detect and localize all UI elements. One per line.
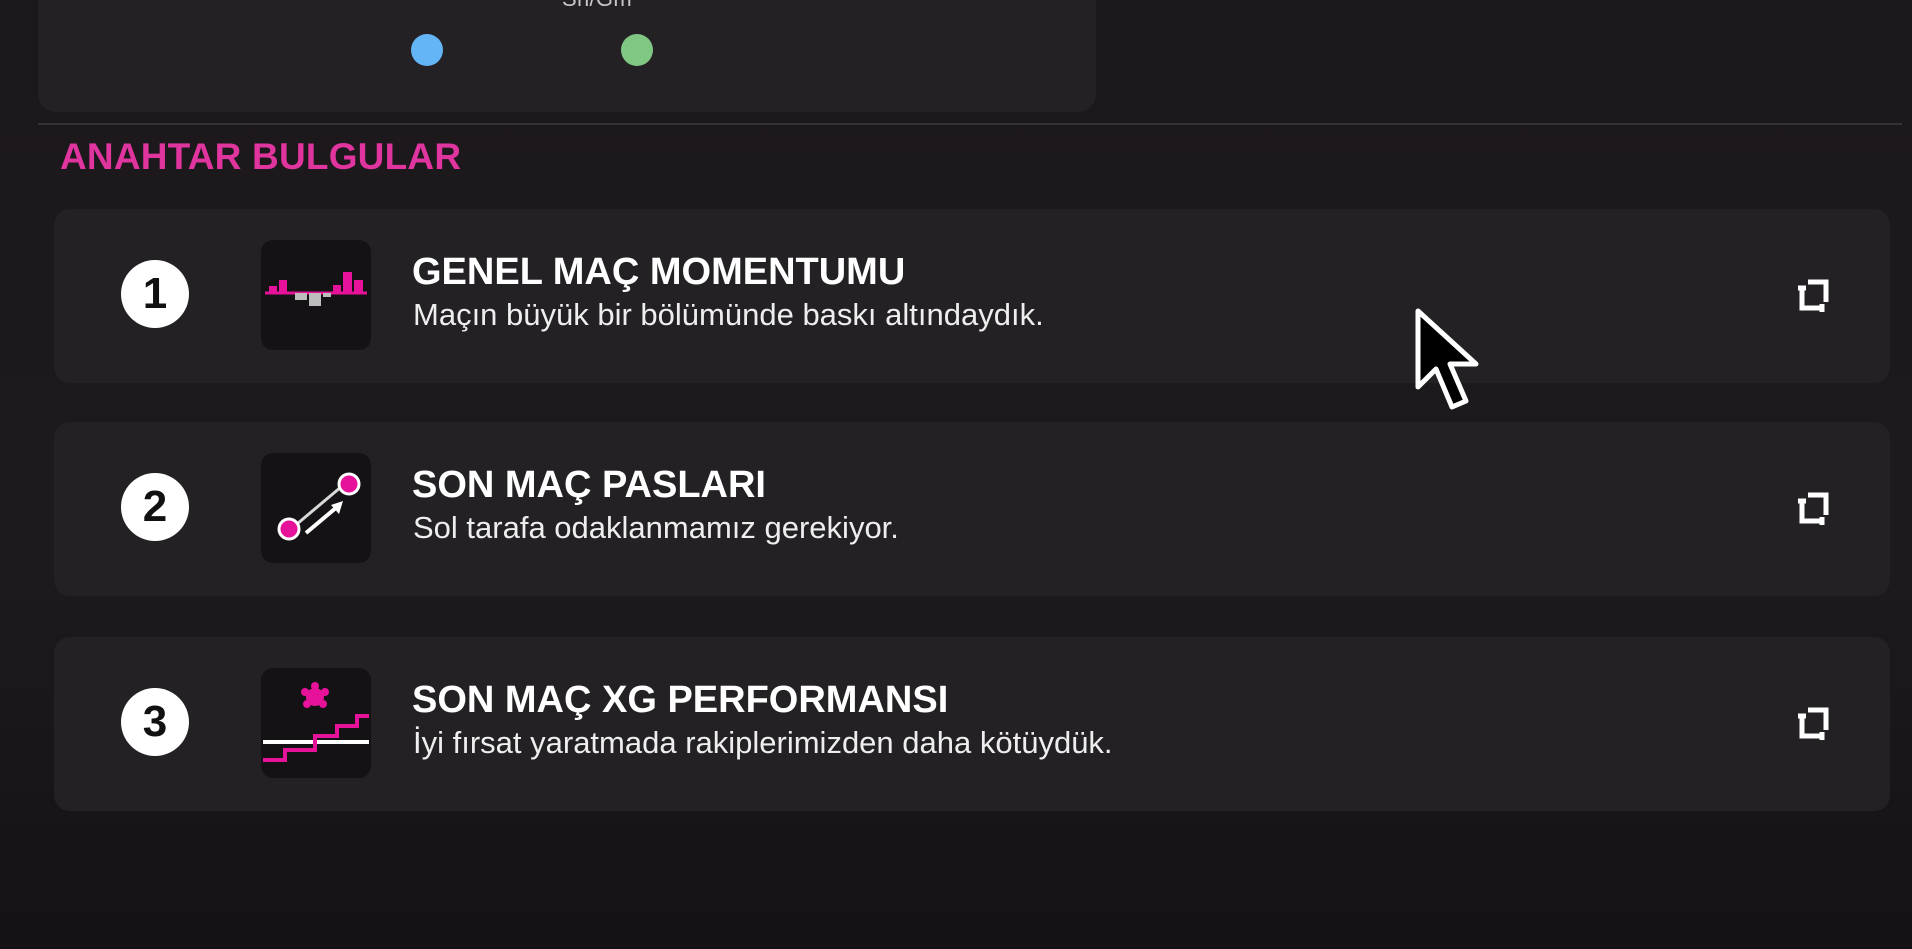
legend-dot-blue xyxy=(411,34,443,66)
expand-icon[interactable] xyxy=(1794,702,1830,742)
section-title: ANAHTAR BULGULAR xyxy=(60,136,462,177)
finding-card-3[interactable]: 3 SON MAÇ XG PERFORMANSI İyi fırsat yara… xyxy=(54,637,1890,811)
finding-card-1[interactable]: 1 GENEL MAÇ MOMENTUMU Maçın büyük bir bö… xyxy=(54,209,1890,383)
finding-number-badge: 3 xyxy=(121,688,189,756)
finding-title: SON MAÇ XG PERFORMANSI xyxy=(412,679,949,721)
passes-arrow-icon xyxy=(261,453,371,563)
mouse-cursor-icon xyxy=(1414,307,1484,423)
expand-icon[interactable] xyxy=(1794,274,1830,314)
section-divider xyxy=(38,123,1902,125)
expand-icon[interactable] xyxy=(1794,487,1830,527)
legend-dot-green xyxy=(621,34,653,66)
finding-subtitle: Sol tarafa odaklanmamız gerekiyor. xyxy=(413,510,899,545)
legend-panel: Sh/Gm xyxy=(38,0,1096,112)
momentum-bars-icon xyxy=(261,240,371,350)
finding-subtitle: İyi fırsat yaratmada rakiplerimizden dah… xyxy=(413,725,1113,760)
key-findings-page: Sh/Gm ANAHTAR BULGULAR 1 GENEL MAÇ MOMEN… xyxy=(0,0,1912,949)
finding-number-badge: 2 xyxy=(121,473,189,541)
finding-subtitle: Maçın büyük bir bölümünde baskı altınday… xyxy=(413,297,1044,332)
finding-card-2[interactable]: 2 SON MAÇ PASLARI Sol tarafa odaklanmamı… xyxy=(54,422,1890,596)
finding-title: SON MAÇ PASLARI xyxy=(412,464,766,506)
legend-label: Sh/Gm xyxy=(562,0,632,12)
finding-number-badge: 1 xyxy=(121,260,189,328)
xg-steps-icon xyxy=(261,668,371,778)
finding-title: GENEL MAÇ MOMENTUMU xyxy=(412,251,906,293)
